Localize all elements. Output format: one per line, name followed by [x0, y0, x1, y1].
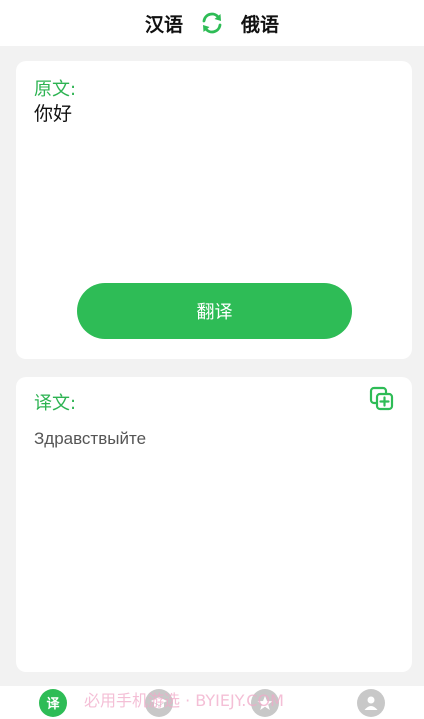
source-language[interactable]: 汉语	[145, 10, 183, 37]
graduation-cap-icon	[145, 688, 173, 717]
target-card: 译文: Здравствыйте	[16, 377, 412, 672]
copy-add-icon[interactable]	[368, 385, 396, 413]
nav-item-translate[interactable]: 译	[36, 686, 70, 719]
swap-arrows-icon[interactable]	[199, 10, 225, 36]
nav-item-favorites[interactable]	[248, 686, 282, 719]
language-header: 汉语 俄语	[0, 0, 424, 46]
translate-icon: 译	[39, 688, 67, 717]
source-text-input[interactable]: 你好	[34, 99, 72, 126]
target-language[interactable]: 俄语	[241, 10, 279, 37]
nav-item-profile[interactable]	[354, 686, 388, 719]
nav-translate-label: 译	[46, 697, 60, 712]
translated-text: Здравствыйте	[34, 429, 147, 448]
target-label: 译文:	[34, 393, 77, 414]
bottom-navigation: 译	[0, 686, 424, 719]
source-card: 原文: 你好 翻译	[16, 61, 412, 359]
star-icon	[251, 688, 279, 717]
nav-item-learn[interactable]	[142, 686, 176, 719]
user-icon	[357, 688, 385, 717]
translate-button[interactable]: 翻译	[77, 283, 352, 339]
source-label: 原文:	[34, 79, 77, 100]
